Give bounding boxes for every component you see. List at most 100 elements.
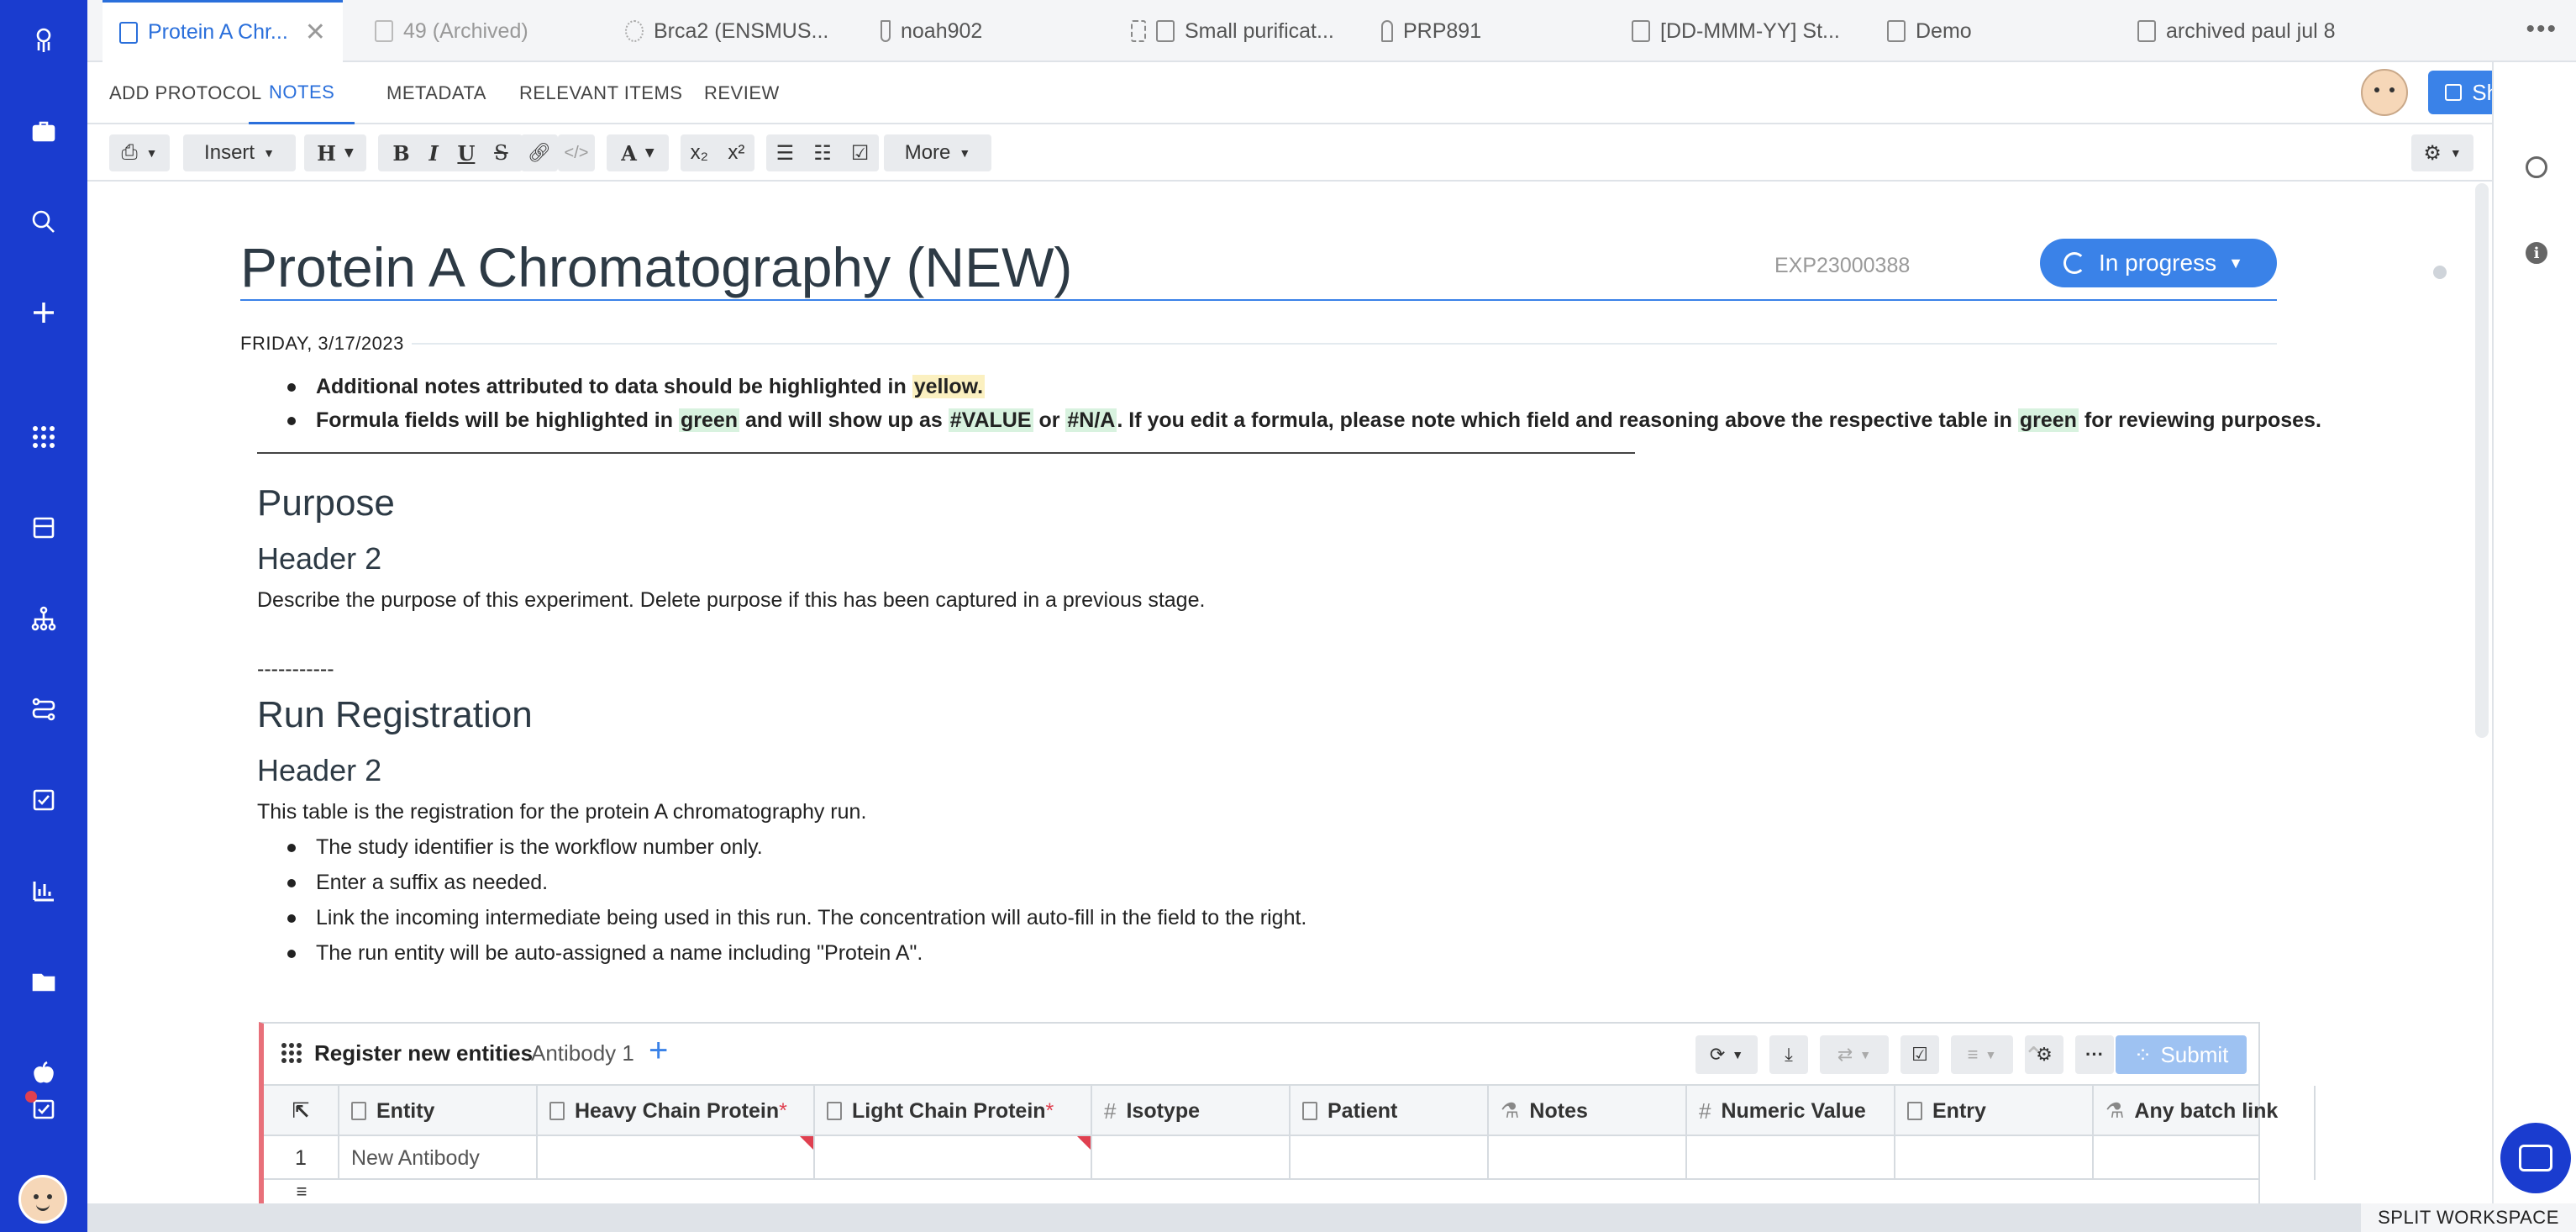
heavy-chain-cell[interactable] — [538, 1136, 815, 1180]
right-rail: i — [2492, 62, 2576, 1205]
download-icon[interactable]: ⤓ — [1769, 1035, 1808, 1074]
workflow-icon[interactable] — [0, 684, 87, 734]
tab-review[interactable]: REVIEW — [704, 62, 780, 124]
entry-date: FRIDAY, 3/17/2023 — [240, 333, 404, 354]
column-entity[interactable]: Entity — [339, 1086, 538, 1136]
bold-button[interactable]: B — [392, 141, 409, 166]
analytics-icon[interactable] — [0, 866, 87, 916]
workflow-dropdown[interactable]: ⇄ ▼ — [1820, 1035, 1889, 1074]
tab-archived[interactable]: 49 (Archived) — [375, 0, 528, 62]
chat-support-button[interactable] — [2500, 1123, 2571, 1193]
run-bullet-1: The study identifier is the workflow num… — [287, 835, 763, 859]
checklist-icon[interactable]: ☑ — [851, 141, 870, 166]
more-tabs-icon[interactable]: ••• — [2526, 15, 2558, 44]
share-icon — [2445, 84, 2463, 101]
plus-icon[interactable] — [0, 287, 87, 338]
tab-add-protocol[interactable]: ADD PROTOCOL — [109, 62, 262, 124]
print-button[interactable]: ⎙ ▼ — [109, 134, 170, 171]
strikethrough-button[interactable]: S — [494, 141, 507, 165]
scrollbar[interactable] — [2475, 183, 2489, 738]
column-heavy-chain[interactable]: Heavy Chain Protein * — [538, 1086, 815, 1136]
drag-handle-icon[interactable] — [281, 1042, 302, 1064]
benchling-logo-icon[interactable] — [0, 15, 87, 66]
batch-link-cell[interactable] — [2094, 1136, 2316, 1180]
hierarchy-icon[interactable] — [0, 593, 87, 644]
numbered-list-icon[interactable]: ☷ — [813, 141, 832, 166]
schema-name[interactable]: Antibody 1 — [531, 1040, 634, 1066]
column-isotype[interactable]: # Isotype — [1092, 1086, 1291, 1136]
tab-archived-paul[interactable]: archived paul jul 8 — [2137, 0, 2336, 62]
tab-noah902[interactable]: noah902 — [881, 0, 982, 62]
inbox-icon[interactable] — [0, 503, 87, 553]
italic-button[interactable]: I — [428, 141, 438, 166]
isotype-cell[interactable] — [1092, 1136, 1291, 1180]
tab-demo[interactable]: Demo — [1887, 0, 1972, 62]
tab-prp891[interactable]: PRP891 — [1381, 0, 1481, 62]
workflow-icon — [1131, 20, 1146, 42]
light-chain-cell[interactable] — [815, 1136, 1092, 1180]
left-sidebar — [0, 0, 87, 1232]
column-notes[interactable]: ⚗ Notes — [1489, 1086, 1687, 1136]
column-any-batch-link[interactable]: ⚗ Any batch link — [2094, 1086, 2316, 1136]
tab-metadata[interactable]: METADATA — [386, 62, 486, 124]
tab-protein-a[interactable]: Protein A Chr... ✕ — [103, 0, 343, 62]
search-icon[interactable] — [0, 197, 87, 247]
apps-grid-icon[interactable] — [0, 412, 87, 462]
sort-dropdown[interactable]: ≡ ▼ — [1951, 1035, 2013, 1074]
settings-button[interactable]: ⚙ ▼ — [2411, 134, 2473, 171]
review-check-icon[interactable] — [0, 1084, 87, 1135]
text-color-button[interactable]: A ▼ — [607, 134, 669, 171]
code-button[interactable]: </> — [558, 134, 595, 171]
experiment-id: EXP23000388 — [1774, 254, 1911, 277]
link-button[interactable]: 🔗︎ — [521, 134, 558, 171]
column-numeric-value[interactable]: # Numeric Value — [1687, 1086, 1895, 1136]
numeric-value-cell[interactable] — [1687, 1136, 1895, 1180]
bullet-list-icon[interactable]: ☰ — [776, 141, 795, 166]
document-title[interactable]: Protein A Chromatography (NEW) — [240, 235, 1072, 299]
tab-small-purification[interactable]: Small purificat... — [1131, 0, 1334, 62]
folder-icon[interactable] — [0, 956, 87, 1007]
number-field-icon: # — [1699, 1098, 1711, 1124]
entity-cell[interactable]: New Antibody — [339, 1136, 538, 1180]
collapse-table-icon[interactable]: ⌃ — [2023, 1042, 2044, 1071]
submit-button[interactable]: ⁘ Submit — [2116, 1035, 2247, 1074]
split-workspace-button[interactable]: SPLIT WORKSPACE — [2361, 1203, 2576, 1232]
column-entry[interactable]: Entry — [1895, 1086, 2094, 1136]
text-field-icon — [351, 1102, 366, 1120]
heading-button[interactable]: H ▼ — [304, 134, 366, 171]
select-all-icon[interactable]: ⇱ — [264, 1086, 339, 1136]
run-bullet-2: Enter a suffix as needed. — [287, 871, 549, 894]
column-light-chain[interactable]: Light Chain Protein * — [815, 1086, 1092, 1136]
separator-text: ----------- — [257, 657, 334, 681]
tasks-icon[interactable] — [0, 775, 87, 825]
tab-dd-mmm-yy[interactable]: [DD-MMM-YY] St... — [1632, 0, 1840, 62]
more-button[interactable]: More ▼ — [884, 134, 991, 171]
superscript-button[interactable]: x² — [728, 141, 744, 165]
document-icon — [1632, 20, 1650, 42]
document-icon — [119, 21, 138, 44]
tab-brca2[interactable]: Brca2 (ENSMUS... — [625, 0, 828, 62]
tab-relevant-items[interactable]: RELEVANT ITEMS — [519, 62, 682, 124]
column-patient[interactable]: Patient — [1291, 1086, 1489, 1136]
row-menu-icon[interactable]: ≡ — [264, 1180, 339, 1203]
history-clock-icon[interactable] — [2526, 156, 2547, 178]
subscript-button[interactable]: x₂ — [691, 141, 708, 165]
briefcase-icon[interactable] — [0, 106, 87, 156]
status-dropdown[interactable]: In progress ▼ — [2040, 239, 2277, 287]
refresh-button[interactable]: ⟳ ▼ — [1695, 1035, 1758, 1074]
more-options-icon[interactable]: ··· — [2075, 1035, 2114, 1074]
info-icon[interactable]: i — [2526, 242, 2547, 264]
underline-button[interactable]: U — [457, 141, 475, 166]
entry-cell[interactable] — [1895, 1136, 2094, 1180]
close-icon[interactable]: ✕ — [305, 18, 326, 47]
required-flag — [800, 1136, 813, 1150]
add-schema-icon[interactable]: + — [649, 1032, 668, 1070]
notes-cell[interactable] — [1489, 1136, 1687, 1180]
user-avatar[interactable] — [18, 1175, 67, 1224]
insert-button[interactable]: Insert ▼ — [183, 134, 296, 171]
tab-notes[interactable]: NOTES — [249, 62, 355, 124]
collaborator-avatar[interactable] — [2361, 69, 2408, 116]
patient-cell[interactable] — [1291, 1136, 1489, 1180]
validate-icon[interactable]: ☑ — [1900, 1035, 1939, 1074]
purpose-subheading: Header 2 — [257, 541, 382, 576]
